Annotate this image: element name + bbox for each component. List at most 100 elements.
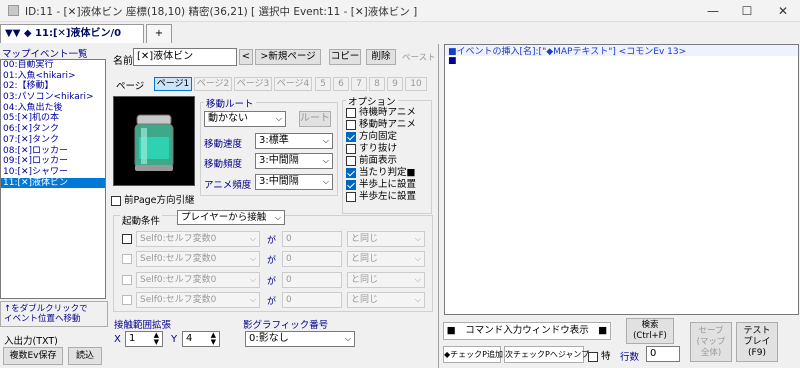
list-item[interactable]: 08:[✕]ロッカー	[1, 146, 105, 157]
row-count-field[interactable]: 0	[646, 346, 680, 362]
tab-add-button[interactable]: +	[146, 24, 172, 43]
search-button[interactable]: 検索 (Ctrl+F)	[626, 318, 674, 344]
condition-compare-select[interactable]: と同じ ⌵	[347, 272, 425, 288]
tab-page-6[interactable]: 6	[333, 77, 349, 91]
half-up-checkbox[interactable]	[346, 179, 356, 190]
option-half-left[interactable]: 半歩左に設置	[346, 191, 430, 203]
movement-type-select[interactable]: 動かない ⌵	[204, 111, 286, 127]
panel-divider[interactable]	[438, 44, 439, 368]
command-line[interactable]: ■イベントの挿入[名]:["◆MAPテキスト"] <コモンEv 13>	[445, 45, 798, 57]
condition-checkbox[interactable]	[122, 295, 132, 305]
condition-compare-select[interactable]: と同じ ⌵	[347, 251, 425, 267]
condition-variable-select[interactable]: Self0:セルフ変数0 ⌵	[136, 292, 260, 308]
condition-value-field[interactable]: 0	[282, 292, 342, 308]
option-dir-fix[interactable]: 方向固定	[346, 131, 430, 143]
save-map-button[interactable]: セーブ (マップ 全体)	[690, 322, 732, 362]
minimize-button[interactable]: —	[696, 0, 730, 22]
trigger-select[interactable]: プレイヤーから接触 ⌵	[177, 210, 285, 225]
contact-x-value: 1	[129, 333, 136, 344]
contact-x-field[interactable]: 1 ▲ ▼	[125, 331, 163, 347]
spin-updown-icon[interactable]: ▲ ▼	[154, 332, 159, 346]
name-field[interactable]: [✕]液体ビン	[133, 48, 237, 66]
dir-inherit-option[interactable]: 前Page方向引継	[111, 192, 195, 206]
condition-checkbox[interactable]	[122, 275, 132, 285]
front-display-checkbox[interactable]	[346, 155, 356, 166]
option-pass-through[interactable]: すり抜け	[346, 143, 430, 155]
idle-anim-checkbox[interactable]	[346, 107, 356, 118]
tab-current-event[interactable]: ▼▼ ◆ 11:[✕]液体ビン/0	[0, 24, 144, 43]
condition-variable-select[interactable]: Self0:セルフ変数0 ⌵	[136, 231, 260, 247]
option-move-anim[interactable]: 移動時アニメ	[346, 119, 430, 131]
list-item[interactable]: 04:入魚出た後	[1, 103, 105, 114]
tab-page-4[interactable]: ページ4	[274, 77, 312, 91]
anim-select[interactable]: 3:中間隔 ⌵	[255, 174, 333, 190]
tab-page-10[interactable]: 10	[405, 77, 427, 91]
list-item[interactable]: 09:[✕]ロッカー	[1, 156, 105, 167]
prev-page-button[interactable]: <	[239, 49, 253, 65]
chevron-down-icon: ⌵	[249, 295, 256, 304]
condition-compare-select[interactable]: と同じ ⌵	[347, 292, 425, 308]
condition-value-field[interactable]: 0	[282, 251, 342, 267]
list-item[interactable]: 00:自動実行	[1, 60, 105, 71]
condition-checkbox[interactable]	[122, 234, 132, 244]
new-page-button[interactable]: >新規ページ	[255, 49, 321, 65]
half-left-checkbox[interactable]	[346, 191, 356, 202]
tab-page-3[interactable]: ページ3	[234, 77, 272, 91]
event-list[interactable]: 00:自動実行 01:入魚<hikari> 02:【移動】 03:パソコン<hi…	[0, 59, 106, 299]
list-item[interactable]: 06:[✕]タンク	[1, 124, 105, 135]
freq-select[interactable]: 3:中間隔 ⌵	[255, 153, 333, 169]
route-button[interactable]: ルート	[299, 111, 331, 127]
next-check-jump-button[interactable]: 次チェックPへジャンプ	[504, 346, 589, 363]
collision-checkbox[interactable]	[346, 167, 356, 178]
close-button[interactable]: ✕	[766, 0, 800, 22]
special-option[interactable]: 特	[588, 348, 611, 362]
list-item[interactable]: 02:【移動】	[1, 81, 105, 92]
tab-page-5[interactable]: 5	[315, 77, 331, 91]
tab-page-2[interactable]: ページ2	[194, 77, 232, 91]
paste-button[interactable]: ペースト	[402, 51, 436, 63]
command-input-button[interactable]: ■ コマンド入力ウィンドウ表示 ■	[443, 322, 611, 340]
command-list[interactable]: ■イベントの挿入[名]:["◆MAPテキスト"] <コモンEv 13> ■	[444, 44, 799, 315]
spin-updown-icon[interactable]: ▲ ▼	[211, 332, 216, 346]
check-point-add-button[interactable]: ◆チェックP追加	[443, 346, 503, 363]
dir-inherit-checkbox[interactable]	[111, 195, 121, 206]
contact-y-field[interactable]: 4 ▲ ▼	[182, 331, 220, 347]
option-front-display[interactable]: 前面表示	[346, 155, 430, 167]
save-multi-button[interactable]: 複数Ev保存	[3, 347, 63, 365]
load-button[interactable]: 読込	[68, 347, 102, 365]
list-item[interactable]: 05:[✕]机の本	[1, 113, 105, 124]
event-graphic[interactable]	[113, 96, 195, 186]
tab-page-9[interactable]: 9	[387, 77, 403, 91]
condition-variable-select[interactable]: Self0:セルフ変数0 ⌵	[136, 272, 260, 288]
copy-button[interactable]: コピー	[329, 49, 361, 65]
test-play-button[interactable]: テスト プレイ (F9)	[736, 322, 778, 362]
chevron-down-icon: ⌵	[322, 136, 329, 145]
list-item[interactable]: 01:入魚<hikari>	[1, 71, 105, 82]
list-item[interactable]: 03:パソコン<hikari>	[1, 92, 105, 103]
command-line[interactable]: ■	[445, 56, 798, 67]
option-collision[interactable]: 当たり判定■	[346, 167, 430, 179]
list-item-selected[interactable]: 11:[✕]液体ビン	[1, 177, 105, 189]
condition-checkbox[interactable]	[122, 254, 132, 264]
delete-button[interactable]: 削除	[366, 49, 396, 65]
maximize-button[interactable]: ☐	[730, 0, 764, 22]
condition-variable-select[interactable]: Self0:セルフ変数0 ⌵	[136, 251, 260, 267]
condition-value-field[interactable]: 0	[282, 231, 342, 247]
dir-fix-checkbox[interactable]	[346, 131, 356, 142]
chevron-down-icon: ⌵	[249, 275, 256, 284]
speed-select[interactable]: 3:標準 ⌵	[255, 133, 333, 149]
move-anim-checkbox[interactable]	[346, 119, 356, 130]
tab-page-8[interactable]: 8	[369, 77, 385, 91]
condition-compare-select[interactable]: と同じ ⌵	[347, 231, 425, 247]
shadow-select[interactable]: 0:影なし ⌵	[245, 331, 355, 347]
condition-variable-value: Self0:セルフ変数0	[140, 275, 217, 285]
tab-page-1[interactable]: ページ1	[154, 77, 192, 91]
option-idle-anim[interactable]: 待機時アニメ	[346, 107, 430, 119]
special-checkbox[interactable]	[588, 351, 598, 362]
list-item[interactable]: 10:[✕]シャワー	[1, 167, 105, 178]
option-half-up[interactable]: 半歩上に設置	[346, 179, 430, 191]
tab-page-7[interactable]: 7	[351, 77, 367, 91]
list-item[interactable]: 07:[✕]タンク	[1, 135, 105, 146]
condition-value-field[interactable]: 0	[282, 272, 342, 288]
pass-through-checkbox[interactable]	[346, 143, 356, 154]
